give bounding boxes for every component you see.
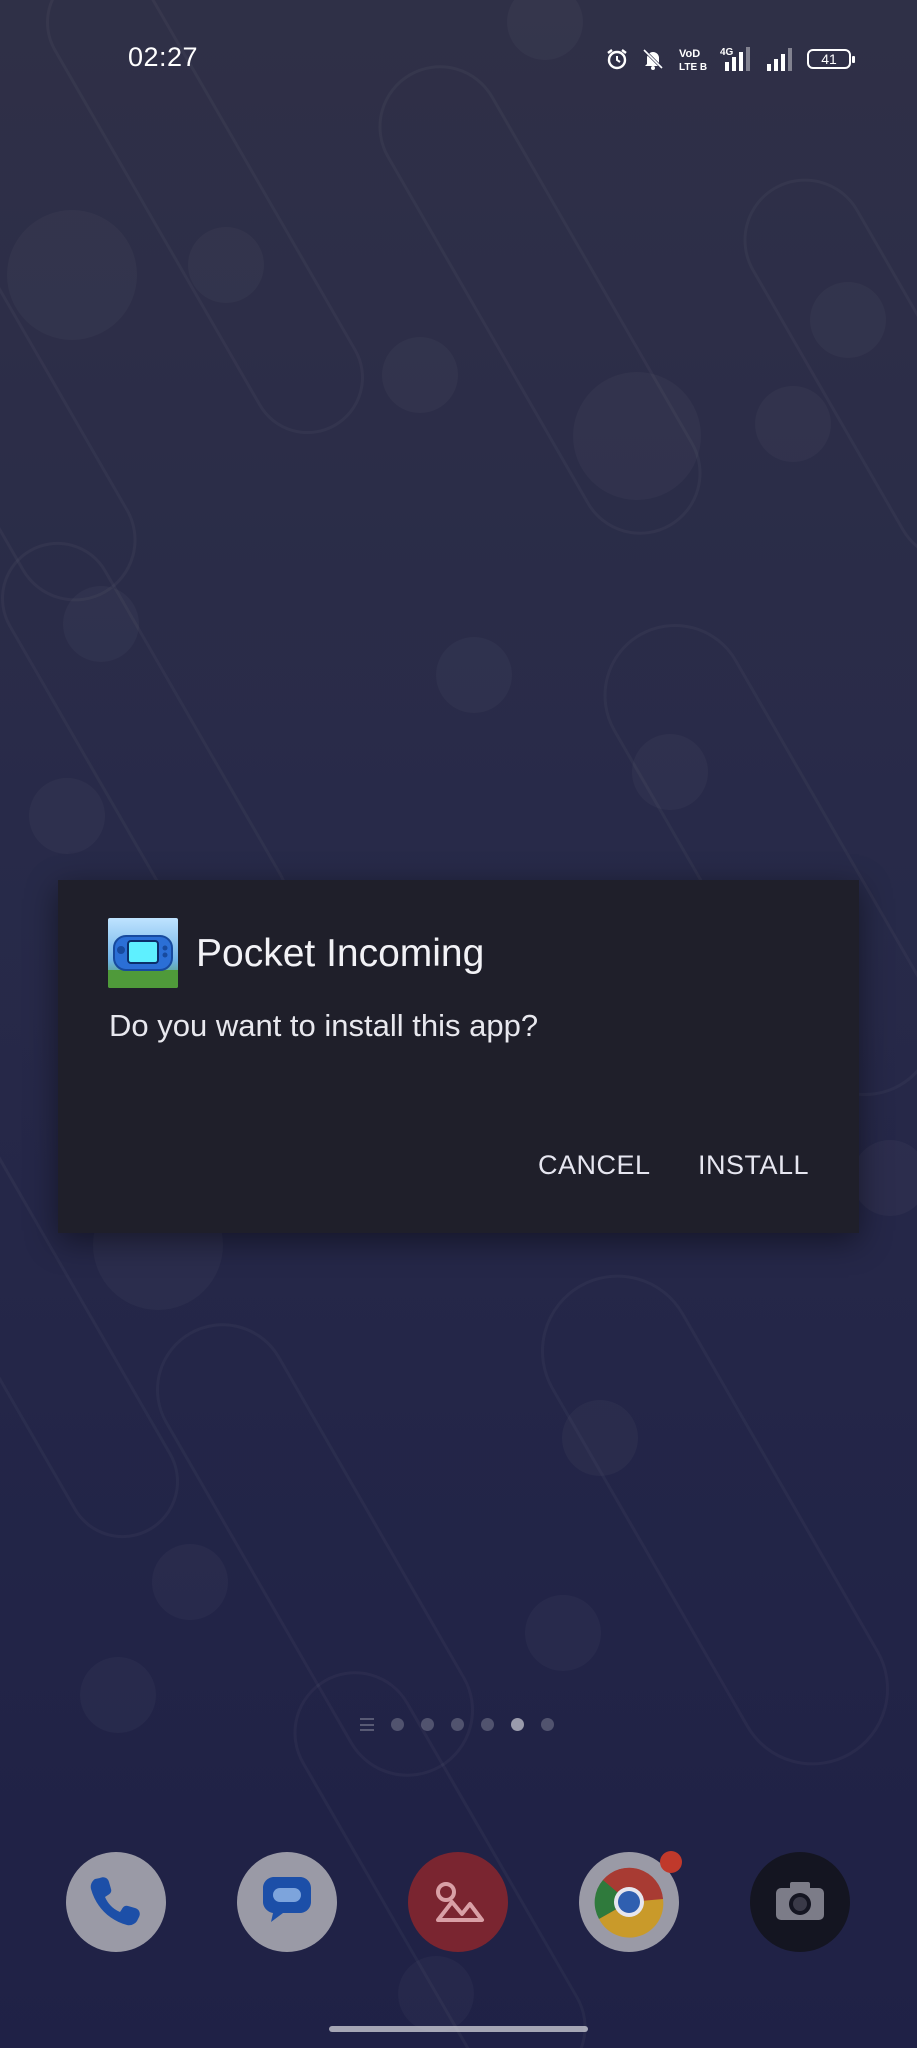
messages-app-icon[interactable]	[237, 1852, 337, 1952]
chrome-app-icon[interactable]	[579, 1851, 682, 1952]
page-indicator[interactable]	[360, 1718, 554, 1731]
svg-text:LTE B: LTE B	[679, 62, 707, 72]
status-icons: VoD LTE B 4G 41	[605, 42, 855, 76]
gallery-app-icon[interactable]	[408, 1852, 508, 1952]
notification-badge	[660, 1851, 682, 1873]
page-dot[interactable]	[481, 1718, 494, 1731]
camera-app-icon[interactable]	[750, 1852, 850, 1952]
status-bar: 02:27 VoD LTE B 4G 41	[0, 0, 917, 115]
mute-icon	[641, 47, 665, 71]
signal-icon	[765, 46, 795, 72]
page-dot[interactable]	[541, 1718, 554, 1731]
app-name: Pocket Incoming	[196, 932, 485, 975]
page-dot[interactable]	[421, 1718, 434, 1731]
page-dot[interactable]	[451, 1718, 464, 1731]
alarm-icon	[605, 47, 629, 71]
battery-level: 41	[821, 51, 837, 67]
install-dialog: Pocket Incoming Do you want to install t…	[58, 880, 859, 1233]
install-button[interactable]: INSTALL	[698, 1150, 809, 1181]
volte-icon: VoD LTE B	[677, 46, 707, 72]
gesture-nav-handle[interactable]	[329, 2026, 588, 2032]
page-dot-active[interactable]	[511, 1718, 524, 1731]
signal-4g-icon: 4G	[719, 45, 753, 73]
app-list-indicator-icon[interactable]	[360, 1718, 374, 1731]
svg-text:VoD: VoD	[679, 48, 700, 60]
app-icon	[108, 918, 178, 988]
page-dot[interactable]	[391, 1718, 404, 1731]
clock: 02:27	[128, 42, 199, 72]
battery-icon: 41	[807, 49, 855, 69]
phone-app-icon[interactable]	[66, 1852, 166, 1952]
cancel-button[interactable]: CANCEL	[538, 1150, 651, 1181]
install-question: Do you want to install this app?	[109, 1008, 539, 1043]
svg-text:4G: 4G	[720, 47, 734, 58]
